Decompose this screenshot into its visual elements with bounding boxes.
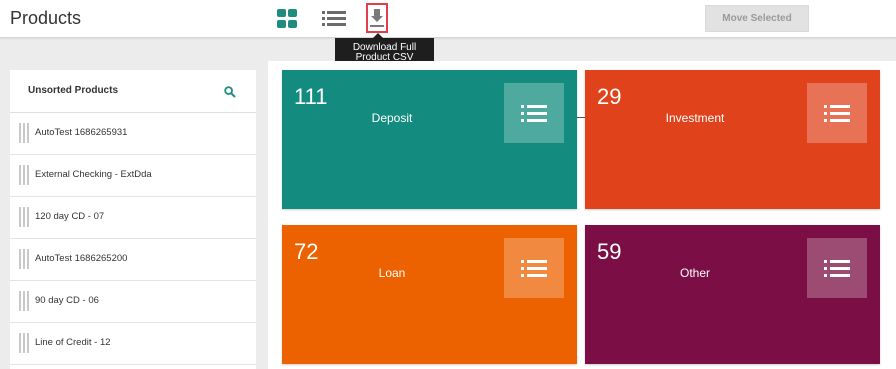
unsorted-products-panel: Unsorted Products AutoTest 1686265931 Ex…	[10, 70, 256, 369]
list-icon	[824, 259, 850, 277]
drag-handle-icon[interactable]	[19, 165, 29, 185]
tile-label: Deposit	[371, 111, 413, 125]
list-item[interactable]: Line of Credit - 12	[10, 323, 256, 365]
tile-loan[interactable]: 72 Loan	[282, 225, 577, 364]
tile-label: Investment	[665, 111, 725, 125]
list-item-label: AutoTest 1686265931	[35, 127, 128, 138]
move-selected-button[interactable]: Move Selected	[705, 5, 809, 32]
sidebar-header: Unsorted Products	[10, 70, 256, 113]
tile-list-button[interactable]	[504, 83, 564, 143]
list-item[interactable]: External Checking - ExtDda	[10, 155, 256, 197]
list-item-label: External Checking - ExtDda	[35, 169, 152, 180]
tile-label: Other	[679, 266, 710, 280]
list-item-label: AutoTest 1686265200	[35, 253, 128, 264]
tile-list-button[interactable]	[807, 238, 867, 298]
list-icon	[824, 104, 850, 122]
tile-count: 111	[294, 84, 328, 109]
list-icon	[521, 259, 547, 277]
tile-label: Loan	[378, 266, 406, 280]
list-item[interactable]: 120 day CD - 07	[10, 197, 256, 239]
list-item-label: 90 day CD - 06	[35, 295, 99, 306]
list-view-icon[interactable]	[320, 10, 348, 28]
sidebar-title: Unsorted Products	[28, 85, 119, 96]
tile-other[interactable]: 59 Other	[585, 225, 880, 364]
list-item[interactable]: 90 day CD - 06	[10, 281, 256, 323]
search-icon[interactable]	[224, 86, 236, 98]
drag-handle-icon[interactable]	[19, 207, 29, 227]
tile-deposit[interactable]: 111 Deposit	[282, 70, 577, 209]
drag-handle-icon[interactable]	[19, 249, 29, 269]
list-icon	[521, 104, 547, 122]
tile-count: 59	[597, 239, 622, 264]
list-item[interactable]: AutoTest 1686265931	[10, 113, 256, 155]
list-item-label: Line of Credit - 12	[35, 337, 111, 348]
tile-list-button[interactable]	[807, 83, 867, 143]
tile-count: 72	[294, 239, 319, 264]
drag-handle-icon[interactable]	[19, 123, 29, 143]
list-item[interactable]: AutoTest 1686265200	[10, 239, 256, 281]
page-title: Products	[10, 8, 82, 28]
tile-list-button[interactable]	[504, 238, 564, 298]
drag-handle-icon[interactable]	[19, 291, 29, 311]
drag-handle-icon[interactable]	[19, 333, 29, 353]
list-item-label: 120 day CD - 07	[35, 211, 105, 222]
tile-connector	[577, 117, 585, 118]
tile-count: 29	[597, 84, 622, 109]
top-toolbar: Products Move Selected	[0, 0, 896, 38]
grid-view-icon[interactable]	[276, 8, 298, 30]
download-icon[interactable]	[366, 3, 388, 33]
tile-investment[interactable]: 29 Investment	[585, 70, 880, 209]
